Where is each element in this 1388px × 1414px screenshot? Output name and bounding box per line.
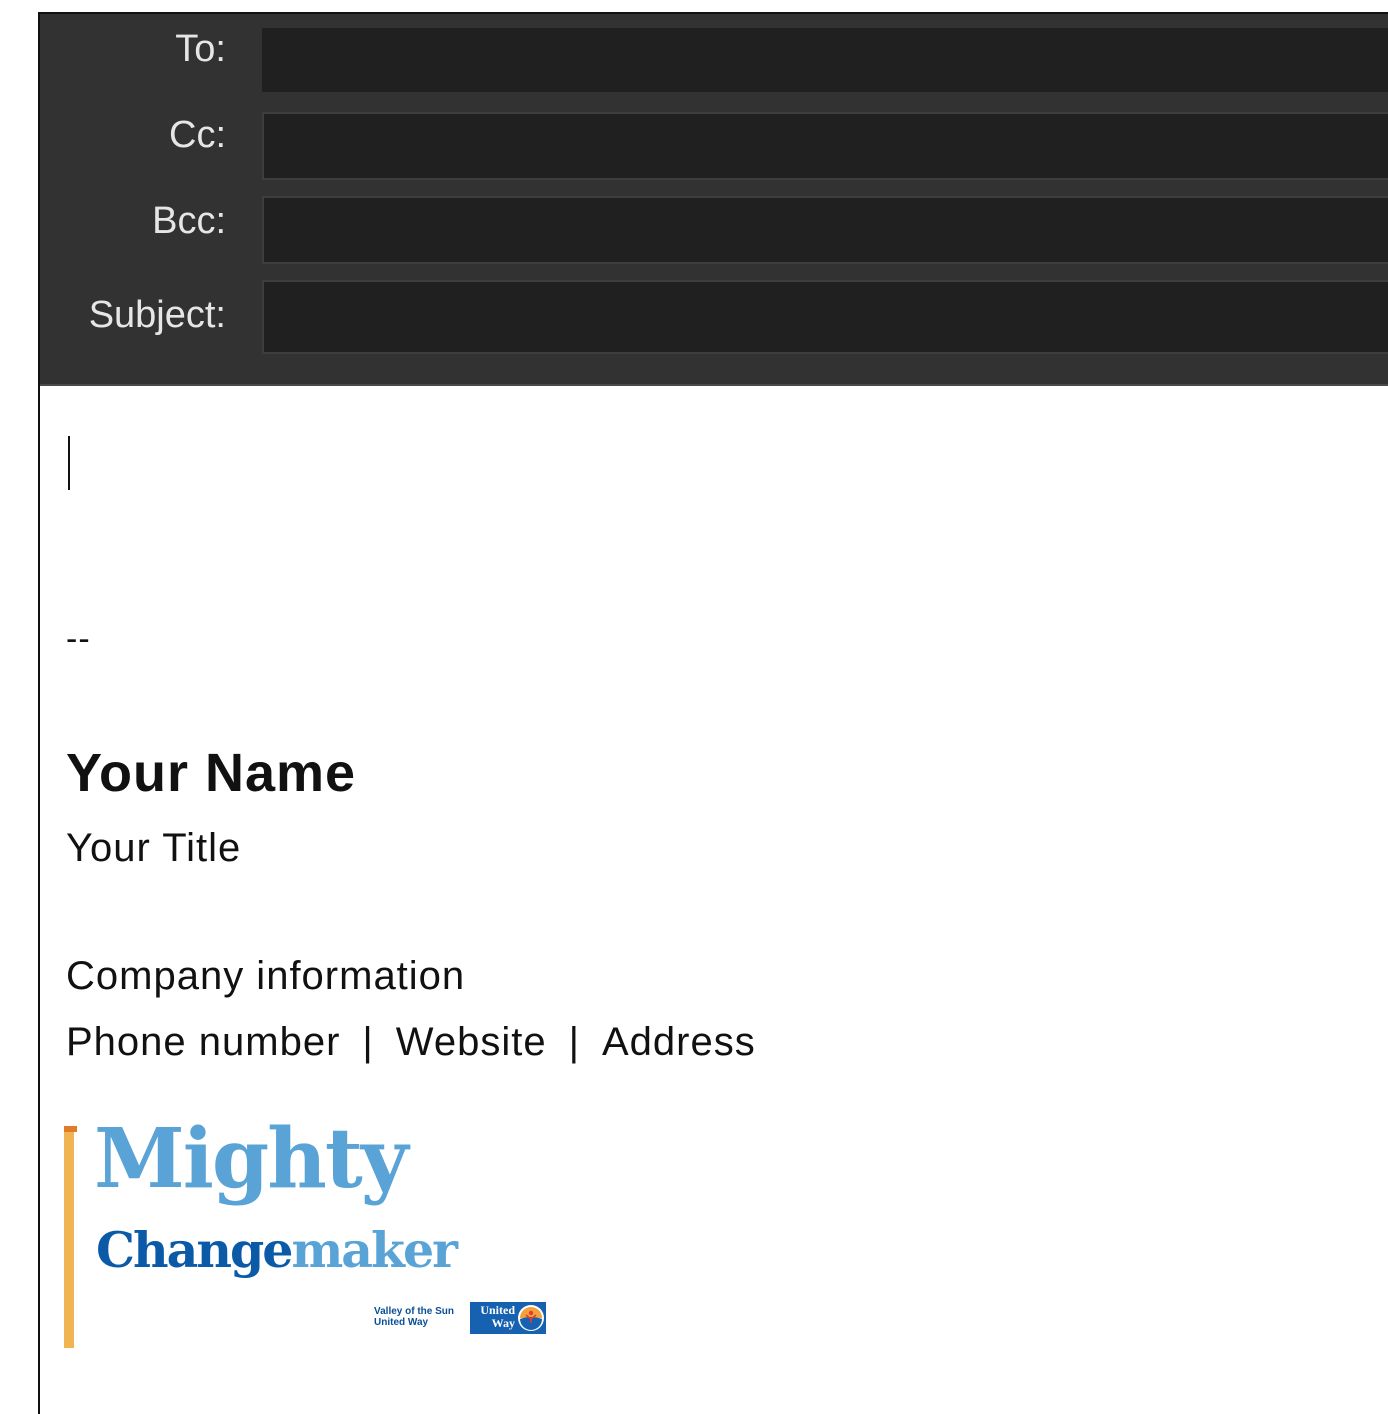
signature-website: Website <box>395 1020 547 1064</box>
to-label: To: <box>175 28 226 70</box>
signature-phone: Phone number <box>66 1020 341 1064</box>
logo-changemaker-text: Changemaker <box>96 1226 458 1275</box>
logo-change-part: Change <box>96 1221 293 1279</box>
signature-separator: -- <box>66 620 91 658</box>
compose-header: To: Cc: Bcc: Subject: <box>40 14 1388 386</box>
divider: | <box>362 1020 374 1064</box>
subject-field[interactable] <box>262 280 1388 354</box>
cc-field[interactable] <box>262 112 1388 180</box>
signature-address: Address <box>601 1020 756 1064</box>
bcc-label: Bcc: <box>152 200 226 242</box>
compose-window: To: Cc: Bcc: Subject: -- Your Name Your … <box>38 12 1388 1414</box>
signature-company: Company information <box>66 954 466 998</box>
text-cursor <box>68 436 70 490</box>
logo-maker-part: maker <box>291 1221 458 1279</box>
united-way-badge: United Way <box>470 1302 546 1334</box>
badge-line2: Way <box>491 1316 515 1330</box>
logo-org-line1: Valley of the Sun <box>374 1306 455 1317</box>
subject-label: Subject: <box>88 294 226 336</box>
signature-name: Your Name <box>66 743 357 803</box>
united-way-badge-text: United Way <box>473 1304 515 1330</box>
divider: | <box>568 1020 580 1064</box>
signature-contact-line: Phone number | Website | Address <box>66 1020 756 1065</box>
logo-accent-tick <box>64 1126 77 1132</box>
united-way-emblem-icon <box>518 1305 544 1331</box>
logo-org-line2: United Way <box>374 1317 429 1328</box>
bcc-field[interactable] <box>262 196 1388 264</box>
logo-accent-bar <box>64 1126 74 1348</box>
message-body[interactable]: -- Your Name Your Title Company informat… <box>40 386 1388 1414</box>
to-field[interactable] <box>262 28 1388 92</box>
mighty-changemaker-logo: Mighty Changemaker Valley of the Sun Uni… <box>64 1118 564 1351</box>
logo-org-name: Valley of the Sun United Way <box>374 1306 454 1328</box>
signature-title: Your Title <box>66 826 242 870</box>
cc-label: Cc: <box>169 114 226 156</box>
logo-mighty-text: Mighty <box>94 1111 408 1207</box>
